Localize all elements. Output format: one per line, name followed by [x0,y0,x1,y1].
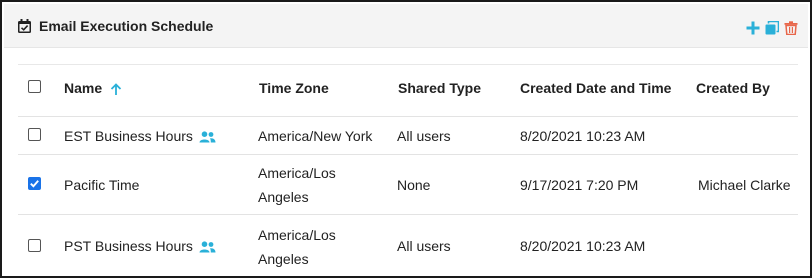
checkmark-icon [30,180,39,188]
row-time-zone-line-2: Angeles [258,189,309,205]
row-time-zone-line-1: America/Los [258,165,336,181]
row-time-zone-line-2: Angeles [258,251,309,267]
calendar-check-icon [18,19,31,33]
panel-actions [746,21,798,35]
column-header-created-by[interactable]: Created By [696,76,770,100]
row-time-zone: America/New York [258,128,373,144]
row-created-by: Michael Clarke [698,177,791,193]
row-name: Pacific Time [64,177,140,193]
row-name-label: EST Business Hours [64,128,193,144]
row-shared-type: All users [397,128,451,144]
table-row[interactable]: EST Business Hours America/New York All … [18,116,798,154]
plus-icon[interactable] [746,21,760,35]
column-header-shared-type[interactable]: Shared Type [398,76,481,100]
row-created-date: 8/20/2021 10:23 AM [520,238,646,254]
row-created-date: 8/20/2021 10:23 AM [520,128,646,144]
row-checkbox[interactable] [28,128,41,141]
row-time-zone-line-1: America/Los [258,227,336,243]
copy-icon[interactable] [765,21,779,35]
panel-header: Email Execution Schedule [4,4,808,48]
table-row[interactable]: PST Business Hours America/Los Angeles A… [18,214,798,276]
arrow-up-icon[interactable] [110,83,122,96]
column-label-name: Name [64,80,103,96]
row-time-zone: America/Los Angeles [258,223,336,271]
schedule-panel: Email Execution Schedule Name Time Zone … [0,0,812,278]
row-name-label: PST Business Hours [64,238,193,254]
table-header-row: Name Time Zone Shared Type Created Date … [18,64,798,116]
column-header-time-zone[interactable]: Time Zone [259,76,329,100]
row-checkbox-checked[interactable] [28,177,41,190]
row-shared-type: All users [397,238,451,254]
select-all-checkbox[interactable] [28,80,41,93]
row-shared-type: None [397,177,431,193]
row-checkbox[interactable] [28,239,41,252]
users-icon [199,131,216,143]
row-name: EST Business Hours [64,124,216,148]
trash-icon[interactable] [784,21,798,35]
row-created-date: 9/17/2021 7:20 PM [520,177,639,193]
row-name: PST Business Hours [64,234,216,258]
row-time-zone: America/Los Angeles [258,161,336,209]
table-row[interactable]: Pacific Time America/Los Angeles None 9/… [18,154,798,214]
column-header-created-date[interactable]: Created Date and Time [520,76,671,100]
panel-title: Email Execution Schedule [39,18,214,34]
users-icon [199,241,216,253]
column-header-name[interactable]: Name [64,76,122,100]
